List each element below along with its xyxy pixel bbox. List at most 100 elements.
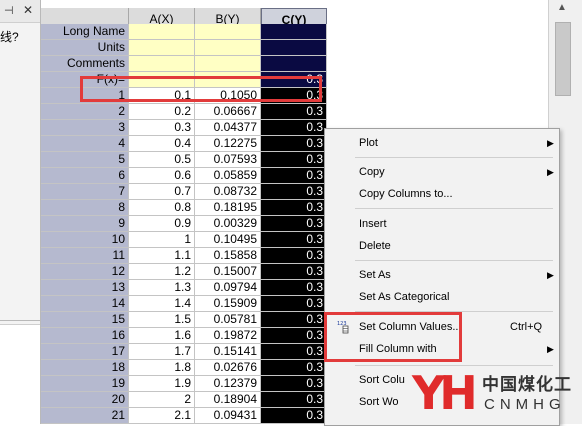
row-number[interactable]: 20 [41,392,129,408]
cell-a[interactable]: 1.7 [129,344,195,360]
row-number[interactable]: 3 [41,120,129,136]
cell-b[interactable]: 0.12379 [195,376,261,392]
cell-b[interactable]: 0.06667 [195,104,261,120]
meta-row-label[interactable]: F(x)= [41,72,129,88]
meta-cell[interactable] [261,24,327,40]
cell-c[interactable]: 0.3 [261,200,327,216]
cell-c[interactable]: 0.3 [261,120,327,136]
cell-c[interactable]: 0.3 [261,344,327,360]
cell-c[interactable]: 0.3 [261,168,327,184]
cell-b[interactable]: 0.07593 [195,152,261,168]
cell-c[interactable]: 0.3 [261,232,327,248]
meta-row-label[interactable]: Units [41,40,129,56]
cell-c[interactable]: 0.3 [261,328,327,344]
cell-b[interactable]: 0.15141 [195,344,261,360]
cell-a[interactable]: 0.6 [129,168,195,184]
row-number[interactable]: 17 [41,344,129,360]
cell-c[interactable]: 0.3 [261,104,327,120]
cell-a[interactable]: 1.6 [129,328,195,344]
cell-a[interactable]: 0.2 [129,104,195,120]
cell-c[interactable]: 0.3 [261,88,327,104]
cell-c[interactable]: 0.3 [261,280,327,296]
meta-cell[interactable] [261,56,327,72]
cell-c[interactable]: 0.3 [261,216,327,232]
cell-c[interactable]: 0.3 [261,376,327,392]
cell-c[interactable]: 0.3 [261,360,327,376]
cell-b[interactable]: 0.15858 [195,248,261,264]
meta-cell[interactable] [129,40,195,56]
row-number[interactable]: 19 [41,376,129,392]
row-number[interactable]: 14 [41,296,129,312]
cell-a[interactable]: 0.5 [129,152,195,168]
meta-cell[interactable] [195,40,261,56]
menu-item-fill-column-with[interactable]: Fill Column with ▶ [325,339,559,359]
cell-c[interactable]: 0.3 [261,408,327,424]
menu-item-insert[interactable]: Insert [325,214,559,234]
cell-a[interactable]: 2.1 [129,408,195,424]
menu-item-copy-columns[interactable]: Copy Columns to... [325,184,559,204]
cell-b[interactable]: 0.12275 [195,136,261,152]
cell-a[interactable]: 1.5 [129,312,195,328]
cell-b[interactable]: 0.05859 [195,168,261,184]
row-number[interactable]: 16 [41,328,129,344]
cell-b[interactable]: 0.15007 [195,264,261,280]
row-number[interactable]: 1 [41,88,129,104]
cell-c[interactable]: 0.3 [261,136,327,152]
meta-row-label[interactable]: Long Name [41,24,129,40]
cell-a[interactable]: 0.8 [129,200,195,216]
cell-a[interactable]: 0.9 [129,216,195,232]
menu-item-delete[interactable]: Delete [325,236,559,256]
cell-b[interactable]: 0.08732 [195,184,261,200]
row-number[interactable]: 6 [41,168,129,184]
cell-b[interactable]: 0.04377 [195,120,261,136]
row-number[interactable]: 4 [41,136,129,152]
row-number[interactable]: 8 [41,200,129,216]
meta-cell[interactable] [129,56,195,72]
cell-a[interactable]: 0.7 [129,184,195,200]
cell-c[interactable]: 0.3 [261,296,327,312]
meta-cell[interactable] [129,24,195,40]
menu-item-set-as[interactable]: Set As ▶ [325,265,559,285]
row-number[interactable]: 10 [41,232,129,248]
cell-c[interactable]: 0.3 [261,264,327,280]
cell-a[interactable]: 1.1 [129,248,195,264]
cell-a[interactable]: 1.2 [129,264,195,280]
cell-c[interactable]: 0.3 [261,312,327,328]
cell-a[interactable]: 2 [129,392,195,408]
menu-item-set-column-values[interactable]: 123 Set Column Values... Ctrl+Q [325,317,559,337]
row-number[interactable]: 18 [41,360,129,376]
meta-cell[interactable] [261,40,327,56]
cell-a[interactable]: 1.9 [129,376,195,392]
row-number[interactable]: 21 [41,408,129,424]
cell-b[interactable]: 0.09431 [195,408,261,424]
cell-a[interactable]: 0.4 [129,136,195,152]
cell-b[interactable]: 0.09794 [195,280,261,296]
pin-icon[interactable]: ⊣ [4,4,14,17]
scroll-thumb[interactable] [555,22,571,96]
meta-cell[interactable]: 0.3 [261,72,327,88]
cell-a[interactable]: 0.3 [129,120,195,136]
cell-a[interactable]: 1.4 [129,296,195,312]
cell-a[interactable]: 1.8 [129,360,195,376]
row-number[interactable]: 12 [41,264,129,280]
row-number[interactable]: 7 [41,184,129,200]
close-icon[interactable]: ✕ [23,3,33,17]
row-number[interactable]: 13 [41,280,129,296]
meta-cell[interactable] [195,56,261,72]
meta-row-label[interactable]: Comments [41,56,129,72]
cell-a[interactable]: 0.1 [129,88,195,104]
cell-c[interactable]: 0.3 [261,152,327,168]
menu-item-set-as-categorical[interactable]: Set As Categorical [325,287,559,307]
cell-b[interactable]: 0.1050 [195,88,261,104]
cell-b[interactable]: 0.19872 [195,328,261,344]
menu-item-plot[interactable]: Plot ▶ [325,133,559,153]
cell-b[interactable]: 0.05781 [195,312,261,328]
meta-cell[interactable] [129,72,195,88]
row-number[interactable]: 5 [41,152,129,168]
cell-c[interactable]: 0.3 [261,248,327,264]
meta-cell[interactable] [195,72,261,88]
cell-b[interactable]: 0.18904 [195,392,261,408]
menu-item-copy[interactable]: Copy ▶ [325,162,559,182]
row-number[interactable]: 2 [41,104,129,120]
meta-cell[interactable] [195,24,261,40]
